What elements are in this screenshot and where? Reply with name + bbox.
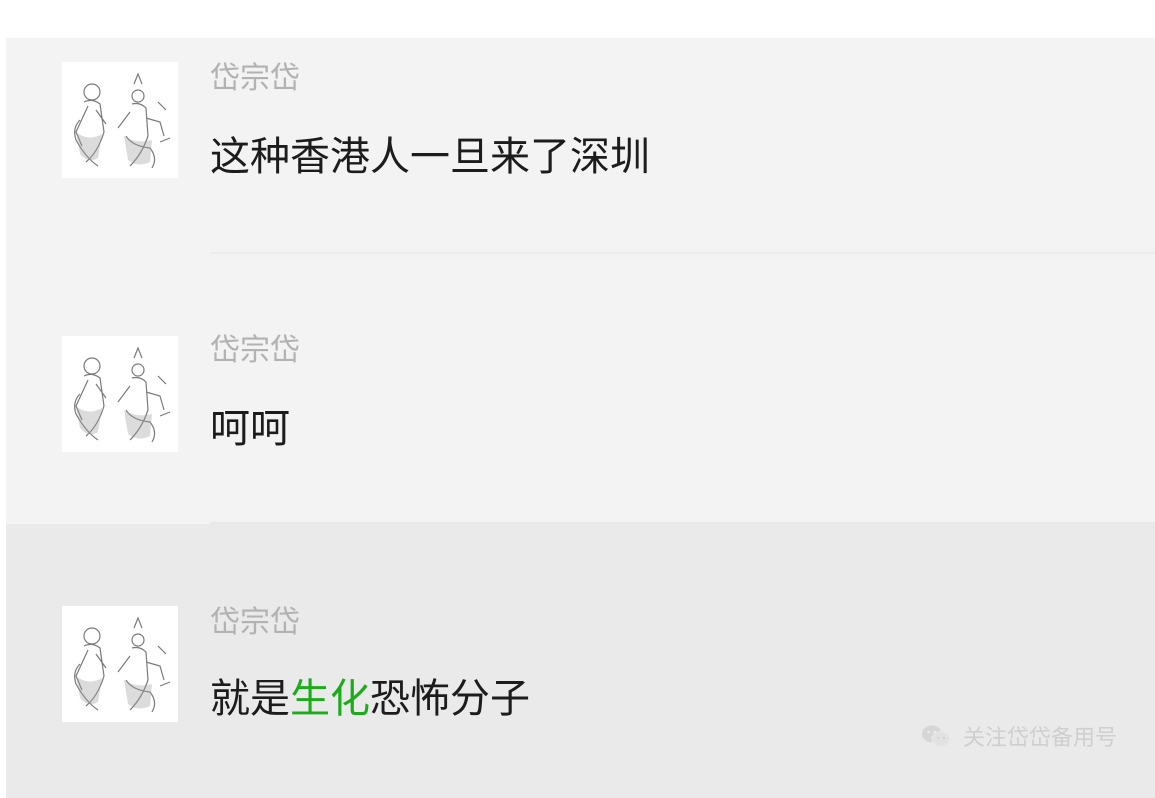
comment-text: 就是生化恐怖分子	[210, 676, 530, 722]
comment-text: 这种香港人一旦来了深圳	[210, 134, 650, 180]
comment-text-part: 就是	[210, 676, 290, 722]
comment-author[interactable]: 岱宗岱	[210, 606, 300, 640]
comment-item	[6, 524, 1155, 798]
highlighted-keyword: 生化	[290, 676, 370, 722]
avatar[interactable]	[62, 606, 178, 722]
comment-author[interactable]: 岱宗岱	[210, 62, 300, 96]
comment-item	[6, 254, 1155, 524]
watermark-text: 关注岱岱备用号	[962, 726, 1117, 751]
sketch-figures-avatar-icon	[74, 616, 171, 713]
wechat-icon	[921, 725, 951, 747]
top-margin	[0, 0, 1155, 38]
watermark: 关注岱岱备用号	[921, 720, 1117, 752]
comment-text-part: 恐怖分子	[370, 676, 530, 722]
comment-author[interactable]: 岱宗岱	[210, 334, 300, 368]
sketch-figures-avatar-icon	[74, 346, 171, 443]
comment-text: 呵呵	[210, 406, 290, 452]
avatar[interactable]	[62, 62, 178, 178]
sketch-figures-avatar-icon	[74, 72, 171, 169]
avatar[interactable]	[62, 336, 178, 452]
